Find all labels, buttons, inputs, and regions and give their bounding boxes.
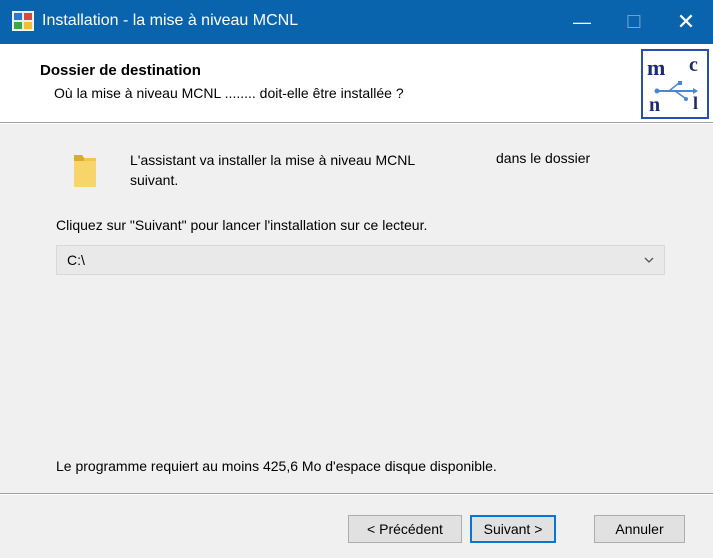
window-title: Installation - la mise à niveau MCNL	[42, 12, 299, 29]
folder-icon	[74, 155, 96, 187]
installer-window: Installation - la mise à niveau MCNL — ☐…	[0, 0, 713, 558]
intro-line-2: suivant.	[130, 172, 179, 188]
logo-letter-n: n	[649, 94, 660, 116]
destination-drive-select[interactable]: C:\	[56, 245, 665, 275]
footer-divider-highlight	[0, 494, 713, 495]
selected-drive: C:\	[67, 252, 85, 268]
intro-text: L'assistant va installer la mise à nivea…	[130, 150, 415, 190]
close-button[interactable]: ✕	[660, 0, 712, 44]
previous-button[interactable]: < Précédent	[348, 515, 462, 543]
logo-letter-l: l	[693, 93, 698, 113]
page-title: Dossier de destination	[40, 62, 201, 79]
cancel-button[interactable]: Annuler	[594, 515, 685, 543]
minimize-button[interactable]: —	[556, 0, 608, 44]
installer-app-icon	[12, 11, 34, 31]
intro-line-1: L'assistant va installer la mise à nivea…	[130, 152, 416, 168]
logo-letter-c: c	[689, 54, 698, 76]
chevron-down-icon[interactable]	[642, 254, 656, 266]
intro-text-right: dans le dossier	[496, 150, 591, 166]
wizard-header: Dossier de destination Où la mise à nive…	[0, 44, 713, 122]
mcnl-logo: m c n l	[641, 49, 709, 119]
instruction-text: Cliquez sur "Suivant" pour lancer l'inst…	[56, 217, 428, 233]
header-divider-highlight	[0, 123, 713, 124]
disk-space-requirement: Le programme requiert au moins 425,6 Mo …	[56, 458, 497, 474]
maximize-button[interactable]: ☐	[608, 0, 660, 44]
usb-icon: m c n l	[647, 54, 698, 116]
page-subtitle: Où la mise à niveau MCNL ........ doit-e…	[54, 85, 404, 101]
logo-letter-m: m	[647, 55, 665, 80]
next-button[interactable]: Suivant >	[470, 515, 556, 543]
title-bar[interactable]: Installation - la mise à niveau MCNL — ☐…	[0, 0, 713, 44]
